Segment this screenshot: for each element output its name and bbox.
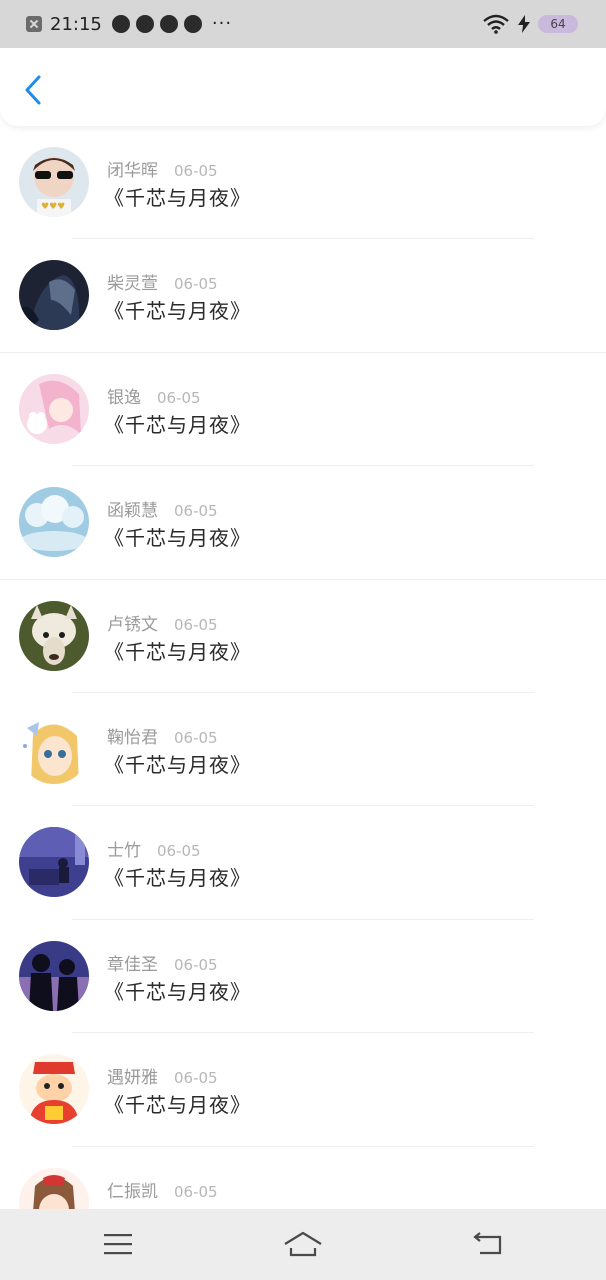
top-nav-bar [0, 48, 606, 126]
sender-name: 仁振凯 [107, 1181, 158, 1202]
app-notification-icon [111, 15, 130, 33]
sender-name: 鞠怡君 [107, 727, 158, 748]
sender-name: 卢锈文 [107, 614, 158, 635]
close-notification-icon [26, 16, 42, 32]
more-notifications-indicator: ··· [211, 13, 233, 34]
menu-button[interactable] [98, 1229, 138, 1259]
system-nav-bar [0, 1209, 606, 1280]
avatar [19, 487, 89, 558]
back-button[interactable] [16, 70, 50, 110]
sender-name: 银逸 [107, 387, 141, 408]
list-item[interactable]: 章佳圣 06-05 《千芯与月夜》 [0, 920, 606, 1034]
avatar [19, 940, 89, 1011]
message-text: 《千芯与月夜》 [104, 1093, 251, 1118]
message-date: 06-05 [174, 162, 218, 180]
list-item[interactable]: ♥♥♥ 闭华晖 06-05 《千芯与月夜》 [0, 126, 606, 240]
home-icon [284, 1231, 322, 1257]
avatar: ♥♥♥ [19, 147, 89, 217]
menu-icon [104, 1234, 132, 1255]
item-header: 鞠怡君 06-05 [107, 723, 218, 748]
sender-name: 闭华晖 [107, 161, 158, 181]
message-date: 06-05 [174, 1182, 218, 1201]
wifi-icon [483, 14, 509, 34]
message-text: 《千芯与月夜》 [104, 979, 251, 1004]
sender-name: 函颖慧 [107, 501, 158, 522]
message-date: 06-05 [174, 502, 218, 521]
pinwheel-notification-icon [135, 15, 154, 33]
item-header: 章佳圣 06-05 [107, 950, 218, 975]
item-header: 银逸 06-05 [107, 383, 201, 408]
chevron-left-icon [25, 75, 41, 105]
battery-indicator: 64 [538, 15, 578, 33]
list-item[interactable]: 鞠怡君 06-05 《千芯与月夜》 [0, 693, 606, 807]
item-header: 遇妍雅 06-05 [107, 1063, 218, 1088]
list-item[interactable]: 卢锈文 06-05 《千芯与月夜》 [0, 580, 606, 693]
list-item[interactable]: 柴灵萱 06-05 《千芯与月夜》 [0, 239, 606, 353]
home-button[interactable] [283, 1229, 323, 1259]
system-back-button[interactable] [468, 1229, 508, 1259]
battery-level: 64 [550, 17, 566, 31]
message-date: 06-05 [174, 1069, 218, 1088]
back-arrow-icon [473, 1232, 502, 1255]
avatar [19, 260, 89, 331]
message-date: 06-05 [174, 615, 218, 634]
item-header: 士竹 06-05 [107, 836, 201, 861]
status-right: 64 [482, 14, 578, 34]
avatar [19, 600, 89, 671]
status-bar: 21:15 ··· 64 [0, 0, 606, 48]
avatar [19, 373, 89, 444]
message-text: 《千芯与月夜》 [104, 639, 251, 664]
sender-name: 章佳圣 [107, 954, 158, 975]
charging-icon [518, 15, 530, 33]
avatar [19, 713, 89, 784]
item-header: 仁振凯 06-05 [107, 1177, 218, 1202]
sender-name: 柴灵萱 [107, 274, 158, 295]
message-text: 《千芯与月夜》 [104, 866, 251, 891]
sender-name: 遇妍雅 [107, 1068, 158, 1089]
item-header: 闭华晖 06-05 [107, 156, 218, 181]
message-date: 06-05 [174, 728, 218, 747]
status-left: 21:15 ··· [26, 14, 232, 35]
list-item[interactable]: 士竹 06-05 《千芯与月夜》 [0, 806, 606, 920]
message-date: 06-05 [157, 842, 201, 861]
message-list: ♥♥♥ 闭华晖 06-05 《千芯与月夜》 柴灵萱 06-05 《千芯与月夜》 [0, 126, 606, 1260]
message-text: 《千芯与月夜》 [104, 186, 251, 210]
item-header: 卢锈文 06-05 [107, 610, 218, 635]
list-item[interactable]: 函颖慧 06-05 《千芯与月夜》 [0, 466, 606, 580]
avatar [19, 1054, 89, 1125]
message-date: 06-05 [174, 275, 218, 294]
message-text: 《千芯与月夜》 [104, 752, 251, 777]
list-item[interactable]: 银逸 06-05 《千芯与月夜》 [0, 353, 606, 467]
music-notification-icon [159, 15, 178, 33]
svg-text:♥♥♥: ♥♥♥ [41, 202, 65, 212]
message-text: 《千芯与月夜》 [104, 412, 251, 437]
status-time: 21:15 [50, 13, 102, 35]
sender-name: 士竹 [107, 841, 141, 862]
item-header: 函颖慧 06-05 [107, 496, 218, 521]
item-header: 柴灵萱 06-05 [107, 269, 218, 294]
message-text: 《千芯与月夜》 [104, 526, 251, 551]
message-date: 06-05 [174, 955, 218, 974]
message-date: 06-05 [157, 388, 201, 407]
list-item[interactable]: 遇妍雅 06-05 《千芯与月夜》 [0, 1033, 606, 1147]
message-text: 《千芯与月夜》 [104, 299, 251, 324]
avatar [19, 827, 89, 898]
ball-notification-icon [183, 15, 202, 33]
